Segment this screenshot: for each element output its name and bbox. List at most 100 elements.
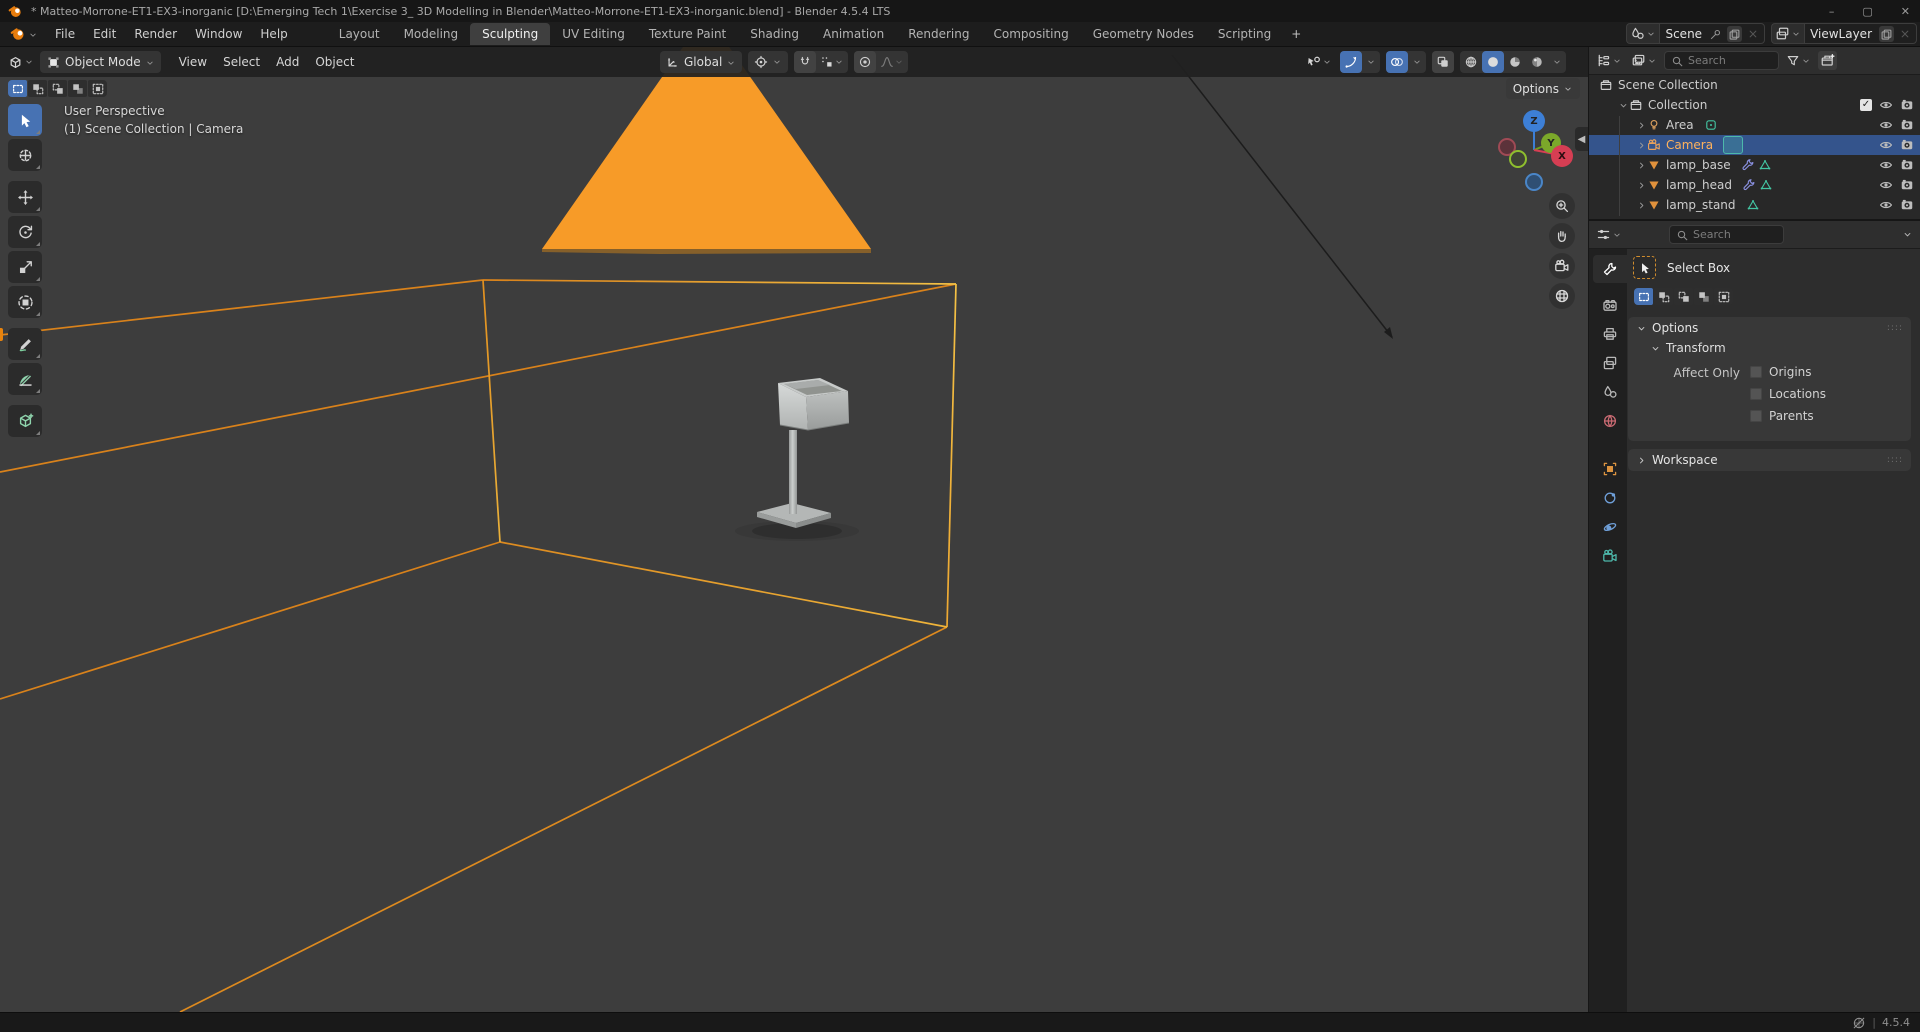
overlays-button[interactable] [1386,51,1408,73]
viewlayer-browse-button[interactable] [1771,23,1804,44]
disable-in-renders-icon[interactable] [1900,178,1914,193]
shading-material-button[interactable] [1504,51,1526,73]
expand-icon[interactable] [1635,180,1647,191]
nav-pan-button[interactable] [1549,223,1575,249]
blender-app-menu-button[interactable] [6,24,42,44]
collapse-icon[interactable] [1617,100,1629,111]
menu-render[interactable]: Render [125,24,186,44]
lamp-object[interactable] [735,378,859,541]
navigation-gizmo[interactable]: Z Y X [1495,107,1585,202]
select-mode-intersect[interactable] [88,80,107,97]
properties-tab-physics[interactable] [1593,513,1627,541]
outliner-label-area[interactable]: Area [1666,118,1694,132]
workspace-tab-animation[interactable]: Animation [811,23,896,45]
menu-help[interactable]: Help [251,24,296,44]
collection-checkbox[interactable]: ✓ [1860,99,1872,111]
hide-in-viewport-icon[interactable] [1879,98,1893,113]
window-maximize-button[interactable]: ▢ [1862,5,1872,18]
checkbox-locations[interactable] [1750,388,1762,400]
options-dropdown[interactable]: Options [1506,78,1580,99]
menu-file[interactable]: File [46,24,84,44]
xray-toggle[interactable] [1432,51,1454,73]
hide-in-viewport-icon[interactable] [1879,178,1893,193]
transform-orientation-dropdown[interactable]: Global [660,51,742,73]
workspace-tab-rendering[interactable]: Rendering [896,23,981,45]
chevron-down-icon[interactable] [1362,51,1380,73]
tool-move-button[interactable] [8,181,42,213]
scene-browse-button[interactable] [1626,23,1659,44]
lamp-head[interactable] [778,378,849,430]
viewport-menu-object[interactable]: Object [307,52,362,72]
properties-search-input[interactable] [1693,228,1777,241]
outliner-label-scene-collection[interactable]: Scene Collection [1618,78,1718,92]
properties-tab-render[interactable] [1593,291,1627,319]
workspace-tab-shading[interactable]: Shading [738,23,811,45]
gizmo-neg-y-axis[interactable] [1509,150,1527,168]
outliner-label-lamp_head[interactable]: lamp_head [1666,178,1732,192]
gizmo-x-axis[interactable]: X [1551,145,1573,167]
disable-in-renders-icon[interactable] [1900,118,1914,133]
viewport-canvas[interactable] [0,47,1588,1012]
outliner-label-lamp_stand[interactable]: lamp_stand [1666,198,1736,212]
proportional-editing-toggle[interactable] [854,51,876,73]
tool-rotate-button[interactable] [8,216,42,248]
expand-icon[interactable] [1635,160,1647,171]
properties-tab-scene[interactable] [1593,378,1627,406]
disable-in-renders-icon[interactable] [1900,98,1914,113]
workspace-panel-header[interactable]: Workspace :::: [1628,449,1911,471]
viewport-menu-add[interactable]: Add [268,52,307,72]
outliner-row-area[interactable]: Area [1589,115,1920,135]
expand-icon[interactable] [1635,200,1647,211]
disable-in-renders-icon[interactable] [1900,198,1914,213]
outliner-editor-type-button[interactable] [1594,51,1624,70]
properties-tab-tool[interactable] [1593,255,1627,283]
outliner-label-lamp_base[interactable]: lamp_base [1666,158,1731,172]
snap-toggle[interactable] [794,51,816,73]
properties-tab-output[interactable] [1593,320,1627,348]
shading-rendered-button[interactable] [1526,51,1548,73]
lamp-stand[interactable] [789,430,797,514]
hide-in-viewport-icon[interactable] [1879,138,1893,153]
tool-add-cube-button[interactable] [8,405,42,437]
snap-target-button[interactable] [816,51,848,73]
proportional-editing-controls[interactable] [854,51,908,73]
panel-grip-icon[interactable]: :::: [1887,455,1903,465]
shading-wireframe-button[interactable] [1460,51,1482,73]
options-panel-header[interactable]: Options :::: [1628,317,1911,339]
show-gizmo-dropdown[interactable] [1304,53,1334,72]
select-mode-extend[interactable] [28,80,47,97]
outliner-row-lamp_stand[interactable]: lamp_stand [1589,195,1920,215]
outliner-row-lamp_base[interactable]: lamp_base [1589,155,1920,175]
properties-tab-object-data[interactable] [1593,542,1627,570]
gizmos-toggle[interactable] [1340,51,1380,73]
mode-dropdown[interactable]: Object Mode [40,51,161,73]
viewport-menu-view[interactable]: View [171,52,215,72]
checkbox-parents[interactable] [1750,410,1762,422]
properties-tab-world[interactable] [1593,407,1627,435]
workspace-tab-scripting[interactable]: Scripting [1206,23,1283,45]
shading-solid-button[interactable] [1482,51,1504,73]
viewport-menu-select[interactable]: Select [215,52,268,72]
disable-in-renders-icon[interactable] [1900,158,1914,173]
tool-select-box-button[interactable] [8,104,42,136]
nav-zoom-button[interactable] [1549,193,1575,219]
snapping-controls[interactable] [794,51,848,73]
workspace-tab-compositing[interactable]: Compositing [981,23,1080,45]
outliner-filter-button[interactable] [1784,52,1813,70]
new-viewlayer-icon[interactable] [1879,26,1894,42]
gizmo-neg-z-axis[interactable] [1525,173,1543,191]
select-mode-set[interactable] [8,80,27,97]
add-workspace-button[interactable]: + [1283,23,1309,45]
overlays-toggle[interactable] [1386,51,1426,73]
hide-in-viewport-icon[interactable] [1879,198,1893,213]
viewlayer-name[interactable]: ViewLayer [1810,27,1872,41]
sidebar-toggle-arrow[interactable]: ◀ [1575,127,1588,151]
xray-button[interactable] [1432,51,1454,73]
gizmos-button[interactable] [1340,51,1362,73]
menu-window[interactable]: Window [186,24,251,44]
tool-transform-button[interactable] [8,286,42,318]
hide-in-viewport-icon[interactable] [1879,158,1893,173]
outliner-label-collection[interactable]: Collection [1648,98,1707,112]
workspace-tab-uv-editing[interactable]: UV Editing [550,23,637,45]
checkbox-origins[interactable] [1750,366,1762,378]
